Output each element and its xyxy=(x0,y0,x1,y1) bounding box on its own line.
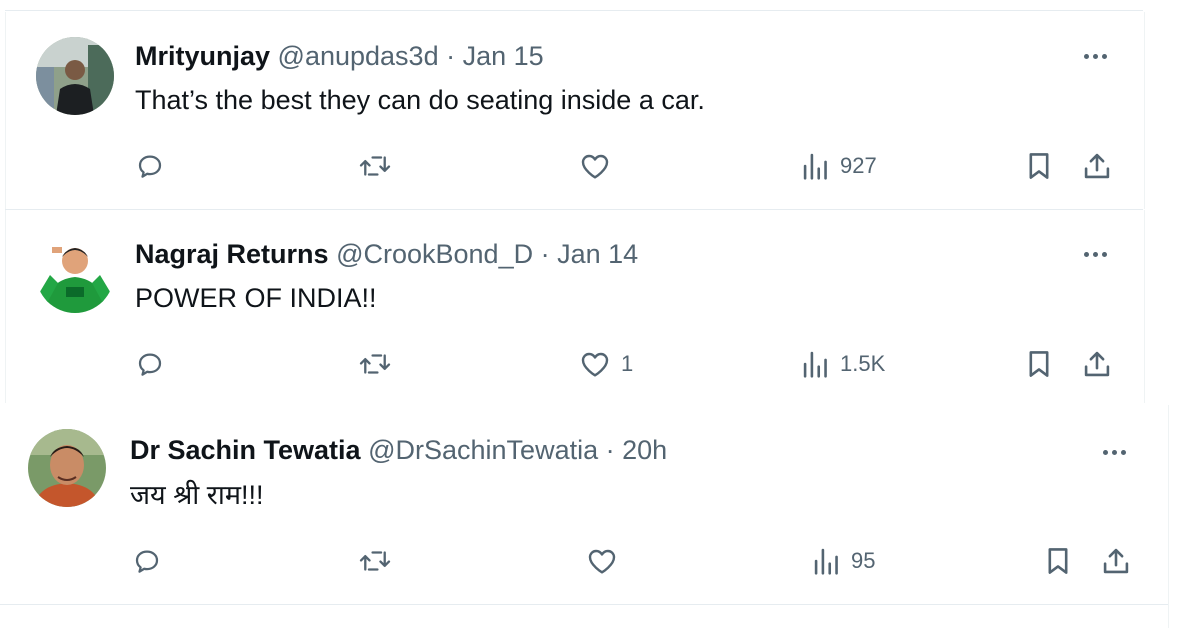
views-icon xyxy=(814,548,838,575)
author-handle[interactable]: @DrSachinTewatia xyxy=(368,435,598,465)
tweet-text: POWER OF INDIA!! xyxy=(135,283,377,313)
like-button[interactable] xyxy=(586,546,628,576)
more-icon[interactable] xyxy=(1084,50,1114,62)
bookmark-button[interactable] xyxy=(1026,151,1052,181)
reply-icon xyxy=(138,155,162,178)
view-count: 95 xyxy=(851,548,876,573)
repost-icon xyxy=(359,551,391,571)
share-icon xyxy=(1084,153,1110,179)
repost-button[interactable] xyxy=(358,546,402,576)
view-count: 1.5K xyxy=(840,351,886,376)
views-button[interactable]: 95 xyxy=(813,546,875,576)
avatar-image-icon xyxy=(36,37,114,115)
share-icon xyxy=(1084,351,1110,377)
like-count: 1 xyxy=(621,351,634,376)
separator-dot: · xyxy=(446,41,456,71)
tweet[interactable]: Dr Sachin Tewatia @DrSachinTewatia · 20h… xyxy=(0,405,1169,628)
tweet-header: Mrityunjay @anupdas3d · Jan 15 xyxy=(135,41,544,71)
more-icon[interactable] xyxy=(1103,446,1133,458)
separator-dot: · xyxy=(605,435,615,465)
repost-icon xyxy=(359,156,391,176)
tweet[interactable]: Nagraj Returns @CrookBond_D · Jan 14 POW… xyxy=(5,210,1145,403)
like-icon xyxy=(588,549,616,574)
bookmark-icon xyxy=(1029,153,1049,179)
views-icon xyxy=(803,153,827,180)
reply-button[interactable] xyxy=(135,349,175,379)
views-icon xyxy=(803,351,827,378)
like-icon xyxy=(581,352,609,377)
reply-button[interactable] xyxy=(132,546,172,576)
share-button[interactable] xyxy=(1101,546,1131,576)
avatar-image-icon xyxy=(36,235,114,313)
more-icon[interactable] xyxy=(1084,248,1114,260)
avatar-image-icon xyxy=(28,429,106,507)
divider xyxy=(5,10,1143,11)
separator-dot: · xyxy=(540,239,550,269)
like-button[interactable]: 1 xyxy=(579,349,633,379)
tweet-date[interactable]: Jan 14 xyxy=(557,239,638,269)
avatar[interactable] xyxy=(36,37,114,115)
reply-icon xyxy=(135,550,159,573)
tweet[interactable]: Mrityunjay @anupdas3d · Jan 15 That’s th… xyxy=(5,12,1145,209)
views-button[interactable]: 927 xyxy=(802,151,877,181)
tweet-text: That’s the best they can do seating insi… xyxy=(135,85,705,115)
share-button[interactable] xyxy=(1082,349,1112,379)
bookmark-icon xyxy=(1048,548,1068,574)
like-button[interactable] xyxy=(579,151,621,181)
share-button[interactable] xyxy=(1082,151,1112,181)
like-icon xyxy=(581,154,609,179)
avatar[interactable] xyxy=(36,235,114,313)
share-icon xyxy=(1103,548,1129,574)
tweet-header: Dr Sachin Tewatia @DrSachinTewatia · 20h xyxy=(130,435,667,465)
author-name[interactable]: Nagraj Returns xyxy=(135,239,329,269)
reply-button[interactable] xyxy=(135,151,175,181)
views-button[interactable]: 1.5K xyxy=(802,349,885,379)
author-handle[interactable]: @anupdas3d xyxy=(278,41,439,71)
author-name[interactable]: Dr Sachin Tewatia xyxy=(130,435,361,465)
tweet-date[interactable]: Jan 15 xyxy=(463,41,544,71)
tweet-date[interactable]: 20h xyxy=(622,435,667,465)
repost-button[interactable] xyxy=(358,349,402,379)
bookmark-button[interactable] xyxy=(1045,546,1071,576)
bookmark-button[interactable] xyxy=(1026,349,1052,379)
repost-icon xyxy=(359,354,391,374)
view-count: 927 xyxy=(840,153,877,178)
bookmark-icon xyxy=(1029,351,1049,377)
divider xyxy=(0,604,1168,605)
avatar[interactable] xyxy=(28,429,106,507)
tweet-header: Nagraj Returns @CrookBond_D · Jan 14 xyxy=(135,239,638,269)
author-name[interactable]: Mrityunjay xyxy=(135,41,270,71)
author-handle[interactable]: @CrookBond_D xyxy=(336,239,533,269)
reply-icon xyxy=(138,353,162,376)
repost-button[interactable] xyxy=(358,151,402,181)
tweet-text: जय श्री राम!!! xyxy=(130,480,264,510)
